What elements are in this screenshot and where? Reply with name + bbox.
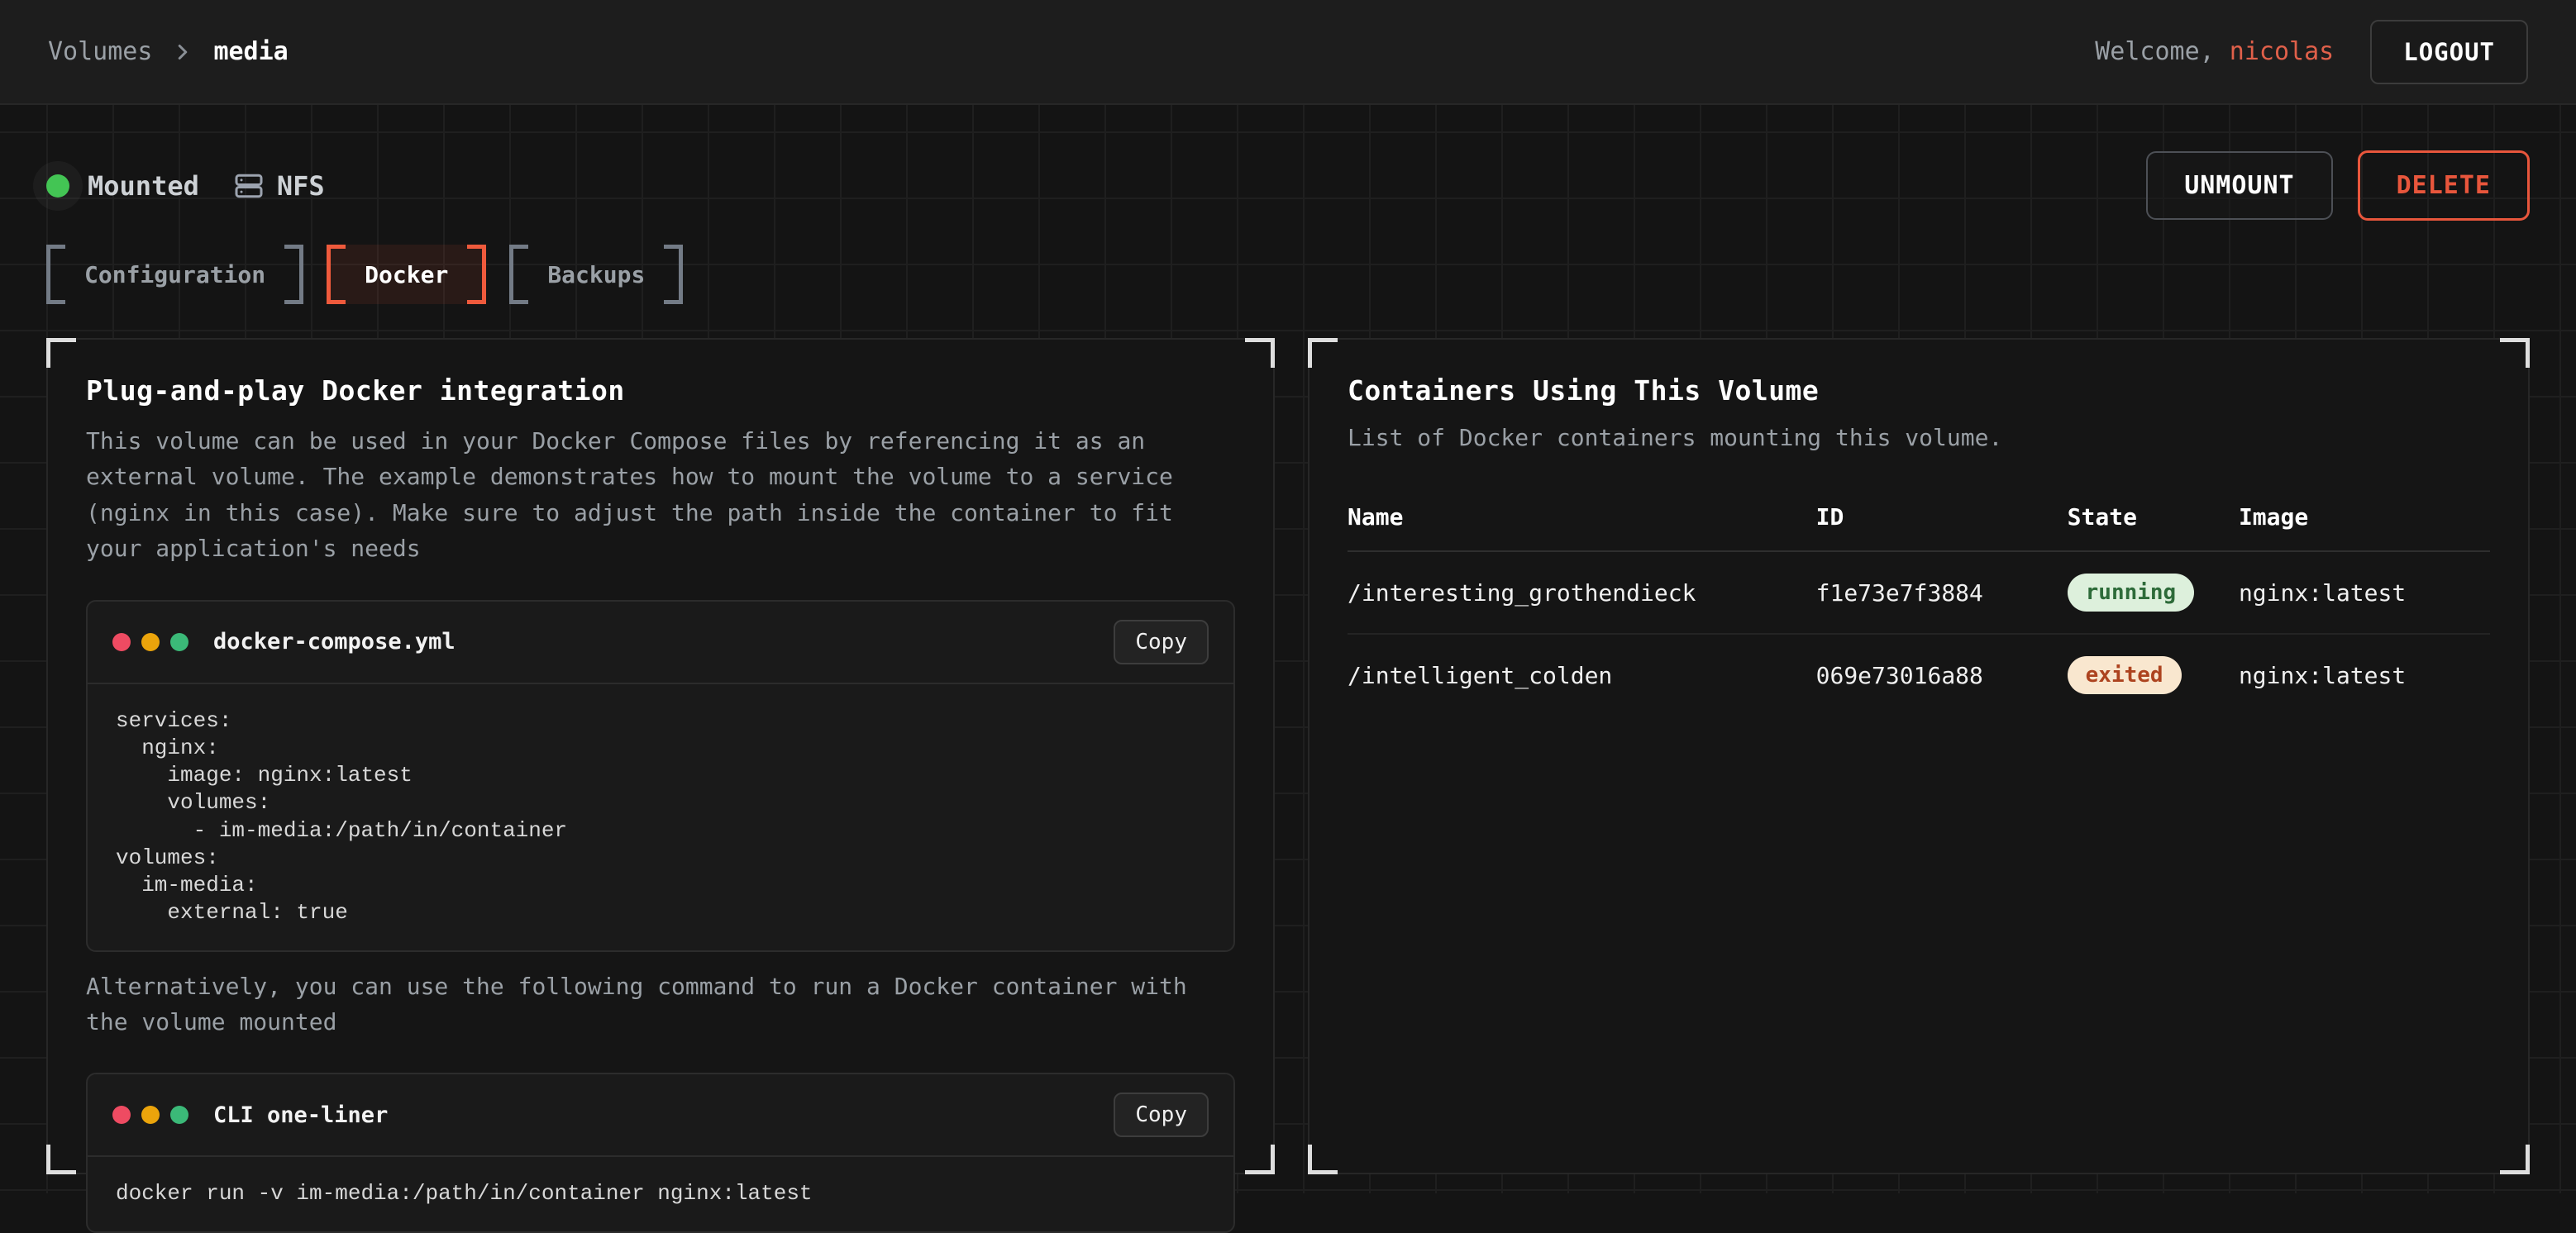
red-dot-icon	[112, 1106, 131, 1124]
tab-bar: Configuration Docker Backups	[46, 244, 2530, 305]
green-dot-icon	[170, 1106, 188, 1124]
panel-corner-mark	[46, 1145, 76, 1174]
panel-corner-mark	[1245, 1145, 1275, 1174]
mounted-status-dot	[46, 174, 69, 198]
server-icon	[234, 171, 264, 201]
docker-panel-title: Plug-and-play Docker integration	[86, 374, 1235, 407]
panel-corner-mark	[1245, 338, 1275, 368]
cli-copy-button[interactable]: Copy	[1114, 1093, 1209, 1137]
green-dot-icon	[170, 633, 188, 651]
volume-status: Mounted NFS	[46, 170, 325, 202]
compose-filename: docker-compose.yml	[213, 629, 456, 655]
logout-button[interactable]: LOGOUT	[2370, 20, 2528, 84]
mount-state-label: Mounted	[88, 170, 199, 202]
container-name: /interesting_grothendieck	[1348, 551, 1816, 634]
compose-code-block: docker-compose.yml Copy services: nginx:…	[86, 600, 1235, 952]
topbar-right: Welcome, nicolas LOGOUT	[2095, 20, 2528, 84]
container-id: 069e73016a88	[1816, 634, 2068, 716]
table-header-row: Name ID State Image	[1348, 503, 2490, 551]
cli-code-header: CLI one-liner Copy	[88, 1074, 1233, 1157]
compose-copy-button[interactable]: Copy	[1114, 620, 1209, 664]
panel-corner-mark	[1308, 1145, 1338, 1174]
tab-backups[interactable]: Backups	[509, 245, 683, 304]
delete-button[interactable]: DELETE	[2358, 150, 2530, 221]
panel-corner-mark	[2500, 338, 2530, 368]
containers-panel: Containers Using This Volume List of Doc…	[1308, 338, 2530, 1174]
container-id: f1e73e7f3884	[1816, 551, 2068, 634]
docker-integration-panel: Plug-and-play Docker integration This vo…	[46, 338, 1275, 1174]
traffic-light-dots	[112, 633, 188, 651]
chevron-right-icon	[170, 40, 195, 64]
column-header-state: State	[2068, 503, 2239, 551]
panel-corner-mark	[46, 338, 76, 368]
status-row: Mounted NFS UNMOUNT DELETE	[46, 105, 2530, 221]
welcome-text: Welcome, nicolas	[2095, 37, 2334, 66]
volume-type-label: NFS	[277, 170, 325, 202]
breadcrumb: Volumes media	[48, 37, 289, 66]
containers-panel-subtitle: List of Docker containers mounting this …	[1348, 420, 2490, 455]
username: nicolas	[2230, 37, 2334, 66]
container-image: nginx:latest	[2239, 634, 2490, 716]
unmount-button[interactable]: UNMOUNT	[2146, 151, 2332, 220]
containers-panel-title: Containers Using This Volume	[1348, 374, 2490, 407]
status-badge: exited	[2068, 656, 2182, 694]
panels: Plug-and-play Docker integration This vo…	[46, 338, 2530, 1174]
breadcrumb-current-page: media	[213, 37, 288, 66]
red-dot-icon	[112, 633, 131, 651]
tab-configuration[interactable]: Configuration	[46, 245, 303, 304]
container-name: /intelligent_colden	[1348, 634, 1816, 716]
compose-code-content: services: nginx: image: nginx:latest vol…	[88, 684, 1233, 950]
panel-corner-mark	[1308, 338, 1338, 368]
traffic-light-dots	[112, 1106, 188, 1124]
status-badge: running	[2068, 574, 2195, 612]
panel-corner-mark	[2500, 1145, 2530, 1174]
column-header-image: Image	[2239, 503, 2490, 551]
column-header-name: Name	[1348, 503, 1816, 551]
tab-docker[interactable]: Docker	[327, 245, 486, 304]
table-row: /interesting_grothendieck f1e73e7f3884 r…	[1348, 551, 2490, 634]
cli-code-content: docker run -v im-media:/path/in/containe…	[88, 1157, 1233, 1231]
mount-status: Mounted	[46, 170, 199, 202]
amber-dot-icon	[141, 633, 160, 651]
cli-block-label: CLI one-liner	[213, 1102, 388, 1128]
compose-code-header: docker-compose.yml Copy	[88, 602, 1233, 684]
cli-code-block: CLI one-liner Copy docker run -v im-medi…	[86, 1073, 1235, 1232]
volume-actions: UNMOUNT DELETE	[2146, 150, 2530, 221]
cli-intro-text: Alternatively, you can use the following…	[86, 969, 1235, 1040]
volume-type: NFS	[234, 170, 325, 202]
container-image: nginx:latest	[2239, 551, 2490, 634]
containers-table: Name ID State Image /interesting_grothen…	[1348, 503, 2490, 716]
column-header-id: ID	[1816, 503, 2068, 551]
breadcrumb-volumes-link[interactable]: Volumes	[48, 37, 152, 66]
table-row: /intelligent_colden 069e73016a88 exited …	[1348, 634, 2490, 716]
main-content: Mounted NFS UNMOUNT DELETE Configuration…	[0, 105, 2576, 1193]
amber-dot-icon	[141, 1106, 160, 1124]
top-bar: Volumes media Welcome, nicolas LOGOUT	[0, 0, 2576, 105]
docker-panel-description: This volume can be used in your Docker C…	[86, 423, 1235, 567]
